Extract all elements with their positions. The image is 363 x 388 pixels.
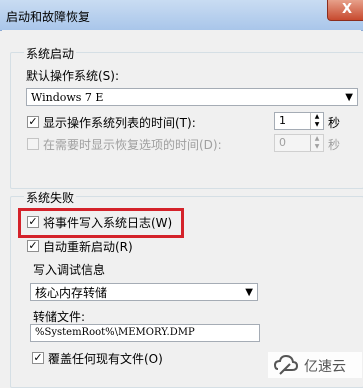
overwrite-label: 覆盖任何现有文件(O) bbox=[48, 352, 163, 366]
default-os-value: Windows 7 E bbox=[31, 91, 104, 104]
dialog-content: 系统启动 默认操作系统(S): Windows 7 E ▼ ✓ 显示操作系统列表… bbox=[2, 30, 363, 388]
spinner-buttons[interactable]: ▲ ▼ bbox=[310, 113, 323, 129]
cloud-logo-icon bbox=[274, 354, 298, 375]
dump-file-input[interactable]: %SystemRoot%\MEMORY.DMP bbox=[30, 324, 260, 342]
default-os-label: 默认操作系统(S): bbox=[26, 69, 120, 83]
spin-up-icon[interactable]: ▲ bbox=[311, 113, 323, 121]
write-log-label: 将事件写入系统日志(W) bbox=[43, 216, 173, 230]
failure-group-label: 系统失败 bbox=[24, 189, 77, 206]
spin-up-icon[interactable]: ▲ bbox=[311, 135, 323, 143]
show-recovery-spinner[interactable]: 0 ▲ ▼ bbox=[274, 134, 324, 152]
overwrite-checkbox[interactable]: ✓ bbox=[32, 352, 44, 364]
show-list-value: 1 bbox=[279, 114, 286, 127]
close-button[interactable]: X bbox=[327, 0, 363, 21]
show-recovery-checkbox[interactable] bbox=[27, 138, 39, 150]
spin-down-icon[interactable]: ▼ bbox=[311, 121, 323, 129]
title-bar: 启动和故障恢复 bbox=[0, 0, 363, 31]
debug-group-label: 写入调试信息 bbox=[33, 263, 106, 277]
chevron-down-icon: ▼ bbox=[345, 92, 353, 103]
show-list-label: 显示操作系统列表的时间(T): bbox=[43, 116, 196, 130]
default-os-select[interactable]: Windows 7 E ▼ bbox=[26, 88, 358, 106]
chevron-down-icon: ▼ bbox=[245, 287, 253, 298]
dump-file-label: 转储文件: bbox=[33, 310, 86, 324]
auto-restart-checkbox[interactable]: ✓ bbox=[27, 240, 39, 252]
startup-group-label: 系统启动 bbox=[24, 45, 77, 62]
show-recovery-value: 0 bbox=[279, 136, 286, 149]
show-list-spinner[interactable]: 1 ▲ ▼ bbox=[274, 112, 324, 130]
show-list-unit: 秒 bbox=[328, 116, 341, 130]
spinner-buttons[interactable]: ▲ ▼ bbox=[310, 135, 323, 151]
show-recovery-label: 在需要时显示恢复选项的时间(D): bbox=[43, 138, 222, 152]
auto-restart-label: 自动重新启动(R) bbox=[43, 240, 133, 254]
show-list-checkbox[interactable]: ✓ bbox=[27, 116, 39, 128]
dump-file-value: %SystemRoot%\MEMORY.DMP bbox=[35, 327, 195, 338]
spin-down-icon[interactable]: ▼ bbox=[311, 143, 323, 151]
window-title: 启动和故障恢复 bbox=[6, 10, 91, 24]
write-log-checkbox[interactable]: ✓ bbox=[27, 216, 39, 228]
debug-type-value: 核心内存转储 bbox=[35, 286, 108, 300]
watermark-text: 亿速云 bbox=[304, 359, 346, 375]
show-recovery-unit: 秒 bbox=[328, 138, 341, 152]
watermark: 亿速云 bbox=[268, 352, 362, 378]
debug-type-select[interactable]: 核心内存转储 ▼ bbox=[30, 283, 258, 301]
